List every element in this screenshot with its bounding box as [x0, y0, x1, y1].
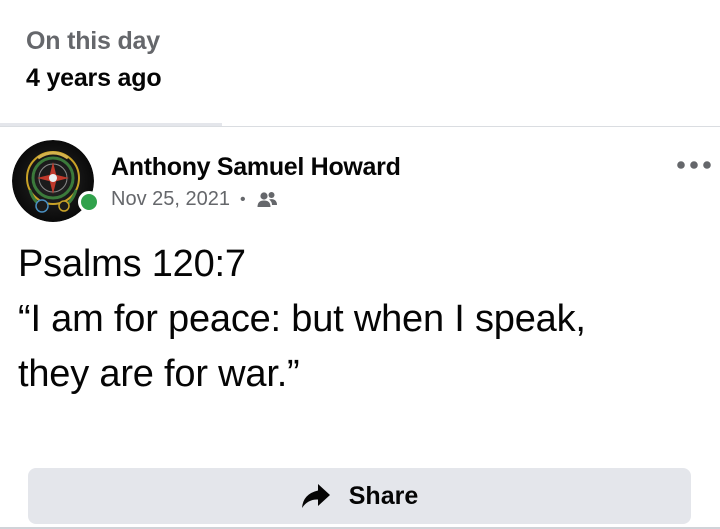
share-label: Share	[348, 481, 419, 510]
more-options-icon	[677, 161, 711, 169]
post-line: “I am for peace: but when I speak,	[18, 298, 586, 340]
post-line: they are for war.”	[18, 353, 300, 395]
memory-title: On this day	[26, 27, 160, 55]
meta-separator: •	[239, 190, 246, 208]
author-name[interactable]: Anthony Samuel Howard	[111, 153, 401, 182]
share-arrow-icon	[301, 484, 330, 508]
post-meta: Nov 25, 2021 •	[111, 188, 278, 211]
memory-card: On this day 4 years ago Anthony Samuel H…	[0, 0, 720, 529]
post-date[interactable]: Nov 25, 2021	[111, 188, 230, 211]
memory-header: On this day 4 years ago	[26, 26, 162, 93]
share-button[interactable]: Share	[28, 468, 691, 524]
post-line: Psalms 120:7	[18, 243, 246, 285]
post-body: Psalms 120:7 “I am for peace: but when I…	[18, 237, 708, 402]
online-status-indicator	[78, 191, 100, 213]
divider	[0, 126, 720, 127]
memory-subtitle: 4 years ago	[26, 64, 162, 92]
more-options-button[interactable]	[674, 150, 714, 180]
friends-icon[interactable]	[256, 189, 278, 211]
